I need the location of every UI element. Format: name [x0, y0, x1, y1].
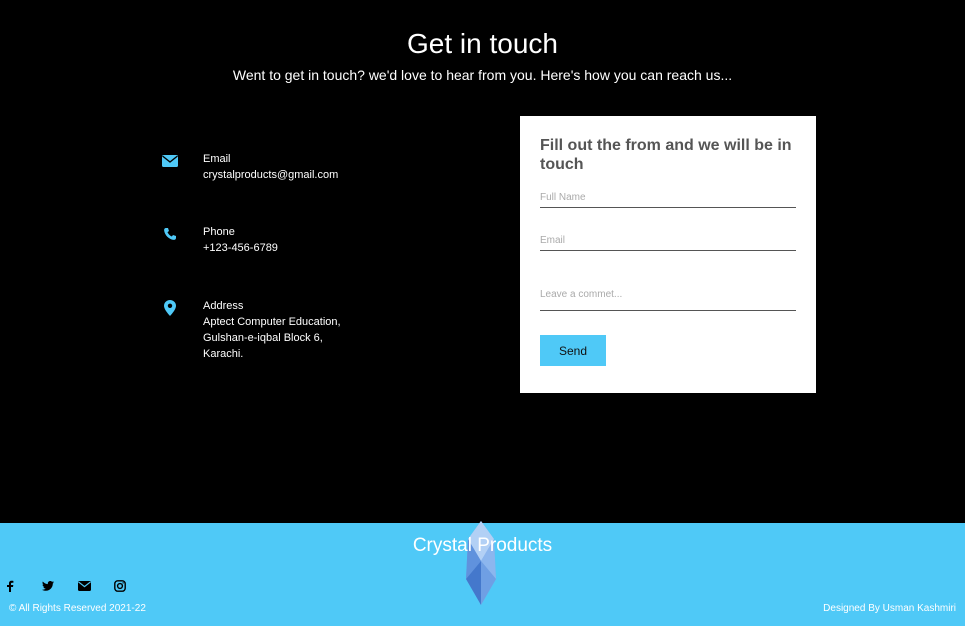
- social-links: [6, 578, 150, 594]
- designer-credit: Designed By Usman Kashmiri: [823, 603, 956, 614]
- phone-value: +123-456-6789: [203, 242, 278, 254]
- phone-icon: [160, 224, 180, 244]
- comment-input[interactable]: [540, 278, 796, 311]
- page-subtitle: Went to get in touch? we'd love to hear …: [232, 67, 733, 83]
- email-label: Email: [203, 153, 231, 165]
- twitter-icon[interactable]: [42, 578, 78, 594]
- footer: Crystal Products © All Rights Reserved 2…: [0, 521, 965, 626]
- facebook-icon[interactable]: [6, 578, 42, 594]
- full-name-input[interactable]: [540, 192, 796, 208]
- contact-form: Fill out the from and we will be in touc…: [520, 116, 816, 393]
- instagram-icon[interactable]: [114, 578, 150, 594]
- contact-email-text: Email crystalproducts@gmail.com: [203, 151, 338, 183]
- form-title: Fill out the from and we will be in touc…: [540, 137, 792, 173]
- crystal-logo: [466, 521, 496, 605]
- email-value: crystalproducts@gmail.com: [203, 169, 339, 181]
- send-button[interactable]: Send: [540, 335, 606, 366]
- envelope-icon: [160, 151, 180, 171]
- copyright-text: © All Rights Reserved 2021-22: [9, 603, 146, 614]
- phone-label: Phone: [203, 226, 235, 238]
- address-label: Address: [203, 300, 244, 312]
- contact-address-text: Address Aptect Computer Education, Gulsh…: [203, 298, 341, 362]
- envelope-icon[interactable]: [78, 578, 114, 594]
- footer-brand: Crystal Products: [412, 535, 553, 556]
- page-title: Get in touch: [407, 28, 558, 59]
- contact-section: Get in touch Went to get in touch? we'd …: [0, 0, 965, 523]
- address-value: Aptect Computer Education, Gulshan-e-iqb…: [203, 316, 341, 360]
- email-input[interactable]: [540, 235, 796, 251]
- contact-phone-text: Phone +123-456-6789: [203, 224, 278, 256]
- map-pin-icon: [160, 298, 180, 318]
